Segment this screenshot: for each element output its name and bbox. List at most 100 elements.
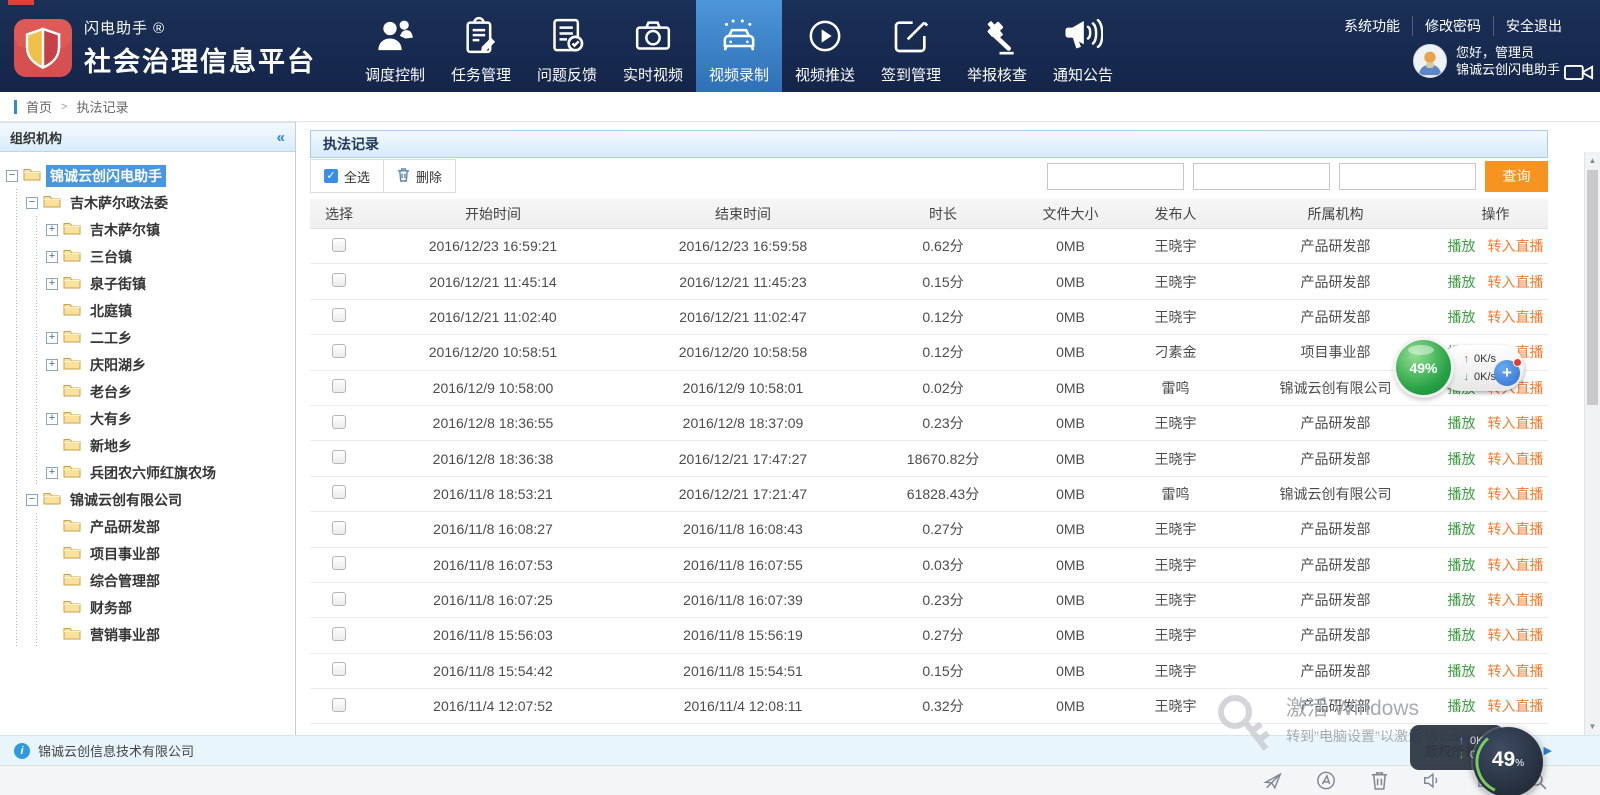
tree-node[interactable]: 营销事业部 bbox=[4, 621, 291, 648]
rocket-icon[interactable] bbox=[1263, 771, 1283, 791]
tree-node[interactable]: − 吉木萨尔政法委 bbox=[4, 189, 291, 216]
videocam-icon[interactable] bbox=[1564, 64, 1594, 86]
row-checkbox[interactable] bbox=[332, 592, 346, 606]
tree-node-label[interactable]: 营销事业部 bbox=[86, 624, 164, 646]
expand-node-icon[interactable]: + bbox=[46, 332, 58, 344]
expand-node-icon[interactable]: + bbox=[46, 251, 58, 263]
tree-node-label[interactable]: 财务部 bbox=[86, 597, 136, 619]
expand-node-icon[interactable]: + bbox=[46, 413, 58, 425]
search-input-2[interactable] bbox=[1193, 163, 1330, 190]
acceleration-ball[interactable]: 49 % bbox=[1473, 727, 1543, 795]
tree-node-label[interactable]: 老台乡 bbox=[86, 381, 136, 403]
row-checkbox[interactable] bbox=[332, 662, 346, 676]
to-live-link[interactable]: 转入直播 bbox=[1488, 309, 1544, 325]
tree-node[interactable]: + 兵团农六师红旗农场 bbox=[4, 459, 291, 486]
delete-button[interactable]: 删除 bbox=[383, 160, 455, 192]
tree-node-label[interactable]: 项目事业部 bbox=[86, 543, 164, 565]
tree-node-label[interactable]: 庆阳湖乡 bbox=[86, 354, 150, 376]
nav-item-camera[interactable]: 实时视频 bbox=[610, 0, 696, 92]
vertical-scrollbar[interactable]: ▲ ▼ bbox=[1584, 152, 1600, 735]
row-checkbox[interactable] bbox=[332, 273, 346, 287]
row-checkbox[interactable] bbox=[332, 344, 346, 358]
tree-node-label[interactable]: 锦诚云创有限公司 bbox=[66, 489, 186, 511]
search-input-3[interactable] bbox=[1339, 163, 1476, 190]
tree-node[interactable]: + 三台镇 bbox=[4, 243, 291, 270]
tree-node-label[interactable]: 吉木萨尔镇 bbox=[86, 219, 164, 241]
tree-node-label[interactable]: 兵团农六师红旗农场 bbox=[86, 462, 220, 484]
tree-node[interactable]: − 锦诚云创闪电助手 bbox=[4, 162, 291, 189]
scrollbar-thumb[interactable] bbox=[1587, 170, 1598, 405]
expand-node-icon[interactable]: + bbox=[46, 359, 58, 371]
tree-node[interactable]: 老台乡 bbox=[4, 378, 291, 405]
speaker-icon[interactable] bbox=[1422, 771, 1442, 791]
to-live-link[interactable]: 转入直播 bbox=[1488, 627, 1544, 643]
tree-node[interactable]: 财务部 bbox=[4, 594, 291, 621]
row-checkbox[interactable] bbox=[332, 238, 346, 252]
nav-item-gavel[interactable]: 举报核查 bbox=[954, 0, 1040, 92]
nav-item-task[interactable]: 任务管理 bbox=[438, 0, 524, 92]
play-link[interactable]: 播放 bbox=[1448, 274, 1476, 290]
to-live-link[interactable]: 转入直播 bbox=[1488, 451, 1544, 467]
scroll-up-icon[interactable]: ▲ bbox=[1585, 156, 1600, 165]
nav-item-feedback[interactable]: 问题反馈 bbox=[524, 0, 610, 92]
tree-node[interactable]: + 庆阳湖乡 bbox=[4, 351, 291, 378]
row-checkbox[interactable] bbox=[332, 415, 346, 429]
tree-node[interactable]: + 大有乡 bbox=[4, 405, 291, 432]
to-live-link[interactable]: 转入直播 bbox=[1488, 486, 1544, 502]
tree-node-label[interactable]: 新地乡 bbox=[86, 435, 136, 457]
tree-node[interactable]: 项目事业部 bbox=[4, 540, 291, 567]
tree-node[interactable]: + 二工乡 bbox=[4, 324, 291, 351]
row-checkbox[interactable] bbox=[332, 379, 346, 393]
tree-node[interactable]: + 吉木萨尔镇 bbox=[4, 216, 291, 243]
tree-node[interactable]: 产品研发部 bbox=[4, 513, 291, 540]
row-checkbox[interactable] bbox=[332, 627, 346, 641]
collapse-node-icon[interactable]: − bbox=[26, 494, 38, 506]
tree-node-label[interactable]: 三台镇 bbox=[86, 246, 136, 268]
collapse-node-icon[interactable]: − bbox=[26, 197, 38, 209]
breadcrumb-home[interactable]: 首页 bbox=[26, 97, 52, 116]
expand-node-icon[interactable]: + bbox=[46, 467, 58, 479]
query-button[interactable]: 查询 bbox=[1485, 161, 1548, 192]
expand-node-icon[interactable]: + bbox=[46, 224, 58, 236]
row-checkbox[interactable] bbox=[332, 450, 346, 464]
tree-node-label[interactable]: 锦诚云创闪电助手 bbox=[46, 165, 166, 187]
tree-node-label[interactable]: 北庭镇 bbox=[86, 300, 136, 322]
nav-item-patrol-car[interactable]: 视频录制 bbox=[696, 0, 782, 92]
top-link-0[interactable]: 系统功能 bbox=[1332, 16, 1412, 36]
collapse-sidebar-icon[interactable]: « bbox=[277, 129, 285, 146]
tree-node[interactable]: +泉子街镇 bbox=[4, 270, 291, 297]
row-checkbox[interactable] bbox=[332, 556, 346, 570]
play-link[interactable]: 播放 bbox=[1448, 309, 1476, 325]
to-live-link[interactable]: 转入直播 bbox=[1488, 557, 1544, 573]
tree-node-label[interactable]: 二工乡 bbox=[86, 327, 136, 349]
nav-item-dispatch[interactable]: 调度控制 bbox=[352, 0, 438, 92]
to-live-link[interactable]: 转入直播 bbox=[1488, 274, 1544, 290]
nav-item-megaphone[interactable]: 通知公告 bbox=[1040, 0, 1126, 92]
trash-icon[interactable] bbox=[1369, 771, 1389, 791]
row-checkbox[interactable] bbox=[332, 521, 346, 535]
tree-node-label[interactable]: 吉木萨尔政法委 bbox=[66, 192, 172, 214]
play-link[interactable]: 播放 bbox=[1448, 592, 1476, 608]
play-link[interactable]: 播放 bbox=[1448, 238, 1476, 254]
speed-test-icon[interactable] bbox=[1316, 771, 1336, 791]
to-live-link[interactable]: 转入直播 bbox=[1488, 238, 1544, 254]
tree-node-label[interactable]: 大有乡 bbox=[86, 408, 136, 430]
to-live-link[interactable]: 转入直播 bbox=[1488, 521, 1544, 537]
to-live-link[interactable]: 转入直播 bbox=[1488, 663, 1544, 679]
play-link[interactable]: 播放 bbox=[1448, 663, 1476, 679]
nav-item-play-circle[interactable]: 视频推送 bbox=[782, 0, 868, 92]
add-button[interactable]: + bbox=[1494, 360, 1520, 386]
play-link[interactable]: 播放 bbox=[1448, 557, 1476, 573]
play-link[interactable]: 播放 bbox=[1448, 415, 1476, 431]
tree-node-label[interactable]: 综合管理部 bbox=[86, 570, 164, 592]
tree-node-label[interactable]: 产品研发部 bbox=[86, 516, 164, 538]
row-checkbox[interactable] bbox=[332, 485, 346, 499]
top-link-1[interactable]: 修改密码 bbox=[1412, 16, 1493, 36]
collapse-node-icon[interactable]: − bbox=[6, 170, 18, 182]
play-link[interactable]: 播放 bbox=[1448, 486, 1476, 502]
tree-node-label[interactable]: 泉子街镇 bbox=[86, 273, 150, 295]
top-link-2[interactable]: 安全退出 bbox=[1493, 16, 1574, 36]
tree-node[interactable]: 新地乡 bbox=[4, 432, 291, 459]
play-link[interactable]: 播放 bbox=[1448, 521, 1476, 537]
tree-node[interactable]: 综合管理部 bbox=[4, 567, 291, 594]
